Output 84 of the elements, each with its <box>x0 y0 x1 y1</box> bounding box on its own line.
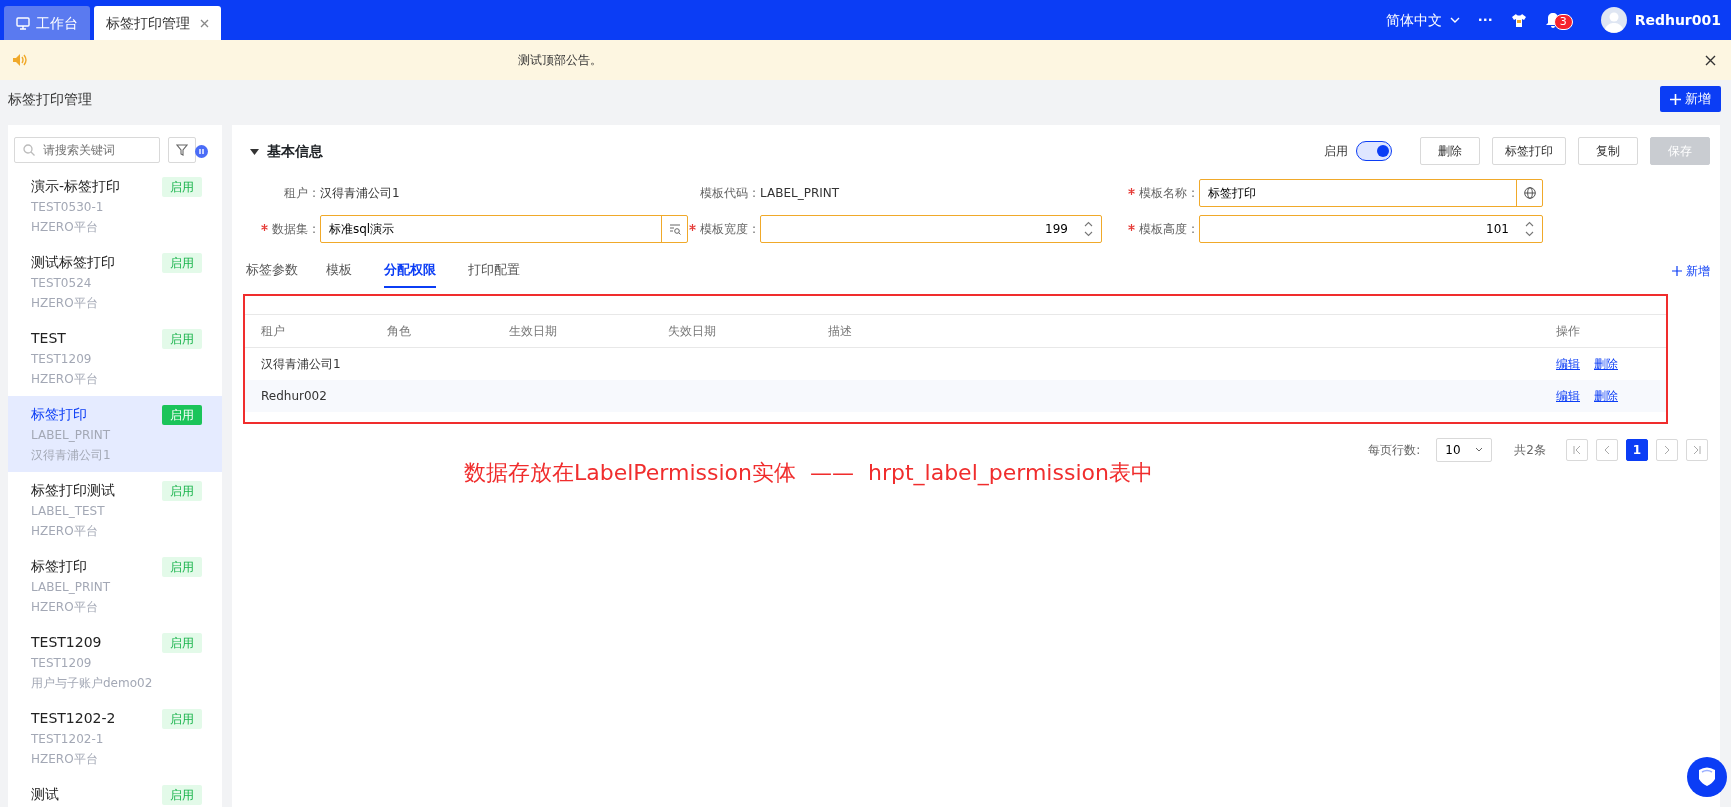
filter-button[interactable] <box>168 137 196 163</box>
column-header: 操作 <box>1556 322 1581 340</box>
toggle-switch[interactable] <box>1356 141 1392 161</box>
tab[interactable]: 分配权限 <box>384 260 436 288</box>
list-item[interactable]: TEST1209 启用 TEST1209 用户与子账户demo02 <box>8 624 222 700</box>
action-link[interactable]: 删除 <box>1594 388 1618 403</box>
column-header: 租户 <box>260 322 286 340</box>
table-cell-text: 汉得青浦公司1 <box>260 355 342 373</box>
chevron-right-icon <box>1663 445 1671 454</box>
avatar-icon[interactable] <box>1600 7 1627 33</box>
notice-text: 测试顶部公告。 <box>518 52 602 69</box>
search-icon <box>23 144 35 156</box>
list-item[interactable]: 标签打印测试 启用 LABEL_TEST HZERO平台 <box>8 472 222 548</box>
page-button[interactable]: 1 <box>1626 438 1648 461</box>
field-label: 模板代码 : <box>700 186 756 200</box>
chevron-left-icon <box>1603 445 1611 454</box>
collapse-icon[interactable] <box>195 145 208 158</box>
action-link[interactable]: 编辑 <box>1556 388 1580 403</box>
action-link[interactable]: 删除 <box>1594 356 1618 371</box>
total-count: 共2条 <box>1514 441 1546 459</box>
list-item[interactable]: 测试标签打印 启用 TEST0524 HZERO平台 <box>8 244 222 320</box>
tab[interactable]: 工作台 <box>4 6 90 40</box>
language-dropdown[interactable]: 简体中文 <box>1385 9 1460 31</box>
list-search-icon[interactable] <box>668 223 681 235</box>
status-tag: 启用 <box>162 556 202 577</box>
filter-icon <box>176 144 188 156</box>
last-page-icon <box>1693 445 1701 454</box>
plus-icon <box>1672 265 1682 276</box>
button[interactable]: 复制 <box>1578 137 1638 165</box>
section-toggle[interactable]: 基本信息 <box>250 140 323 162</box>
list-item[interactable]: 测试 启用 <box>8 776 222 807</box>
field-value: 汉得青浦公司1 <box>320 185 401 202</box>
field-label: 模板高度 : <box>1139 222 1195 236</box>
speaker-icon <box>12 53 28 67</box>
tab[interactable]: 标签参数 <box>246 260 298 288</box>
field-label: 租户 : <box>284 186 316 200</box>
status-tag: 启用 <box>162 708 202 729</box>
status-tag: 启用 <box>162 252 202 273</box>
tab[interactable]: 标签打印管理 <box>94 6 221 40</box>
status-tag: 启用 <box>162 632 202 653</box>
monitor-icon <box>16 16 30 30</box>
first-page-icon <box>1573 445 1581 454</box>
field-label: 模板宽度 : <box>700 222 756 236</box>
shirt-icon[interactable] <box>1510 12 1527 28</box>
field-label: 模板名称 : <box>1139 186 1195 200</box>
chevron-down-icon <box>1449 17 1460 23</box>
list-item[interactable]: TEST 启用 TEST1209 HZERO平台 <box>8 320 222 396</box>
more-menu[interactable]: ··· <box>1477 10 1493 30</box>
status-tag: 启用 <box>162 328 202 349</box>
switch-label: 启用 <box>1324 143 1348 160</box>
status-tag: 启用 <box>162 404 202 425</box>
column-header: 生效日期 <box>509 322 558 340</box>
tab[interactable]: 打印配置 <box>468 260 520 288</box>
table-cell-text: Redhur002 <box>260 387 328 405</box>
field-value: LABEL_PRINT <box>760 185 841 202</box>
status-tag: 启用 <box>162 176 202 197</box>
list-item[interactable]: 标签打印 启用 LABEL_PRINT 汉得青浦公司1 <box>8 396 222 472</box>
status-tag: 启用 <box>162 784 202 805</box>
column-header: 描述 <box>828 322 853 340</box>
search-field[interactable]: 请搜索关键词 <box>14 137 160 163</box>
annotation-text: 数据存放在LabelPermission实体 —— hrpt_label_permission表中 <box>464 458 1154 488</box>
user-name[interactable]: Redhur001 <box>1634 9 1721 31</box>
button[interactable]: 标签打印 <box>1492 137 1566 165</box>
add-button[interactable]: 新增 <box>1660 86 1721 112</box>
status-tag: 启用 <box>162 480 202 501</box>
spinner-icon[interactable] <box>1084 221 1093 237</box>
column-header: 角色 <box>387 322 412 340</box>
tab[interactable]: 模板 <box>326 260 352 288</box>
page-size-label: 每页行数: <box>1368 441 1421 459</box>
column-header: 失效日期 <box>668 322 717 340</box>
button[interactable]: 删除 <box>1420 137 1480 165</box>
globe-icon[interactable] <box>1523 187 1536 199</box>
list-item[interactable]: 演示-标签打印 启用 TEST0530-1 HZERO平台 <box>8 168 222 244</box>
chevron-down-icon <box>1475 447 1484 452</box>
add-link[interactable]: 新增 <box>1672 261 1710 280</box>
list-item[interactable]: TEST1202-2 启用 TEST1202-1 HZERO平台 <box>8 700 222 776</box>
close-icon[interactable] <box>1705 54 1716 66</box>
action-link[interactable]: 编辑 <box>1556 356 1580 371</box>
spinner-icon[interactable] <box>1525 221 1534 237</box>
plus-icon <box>1670 93 1681 105</box>
field-label: 数据集 : <box>272 222 316 236</box>
page-title: 标签打印管理 <box>8 89 92 109</box>
list-item[interactable]: 标签打印 启用 LABEL_PRINT HZERO平台 <box>8 548 222 624</box>
page-size-select[interactable]: 10 <box>1436 437 1493 462</box>
